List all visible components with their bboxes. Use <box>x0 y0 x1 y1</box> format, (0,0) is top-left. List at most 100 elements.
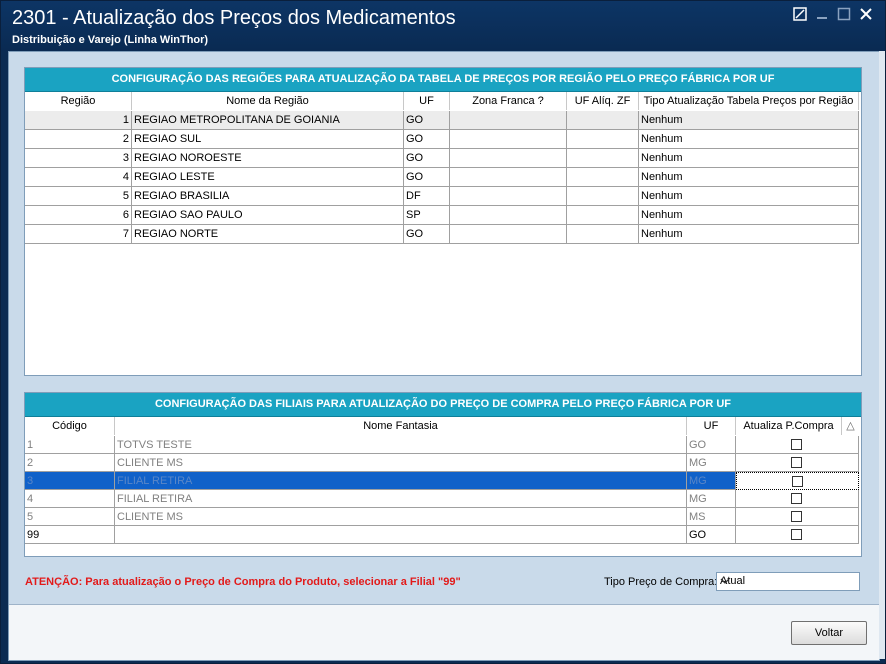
branch-cell-uf[interactable]: GO <box>687 526 736 544</box>
region-cell-zf[interactable] <box>450 187 567 206</box>
restore-icon[interactable] <box>791 7 809 25</box>
region-cell-ufzf[interactable] <box>567 149 639 168</box>
table-row[interactable]: 4 REGIAO LESTE GO Nenhum <box>25 168 859 187</box>
atualiza-pcompra-checkbox[interactable] <box>791 493 802 504</box>
region-cell-name[interactable]: REGIAO METROPOLITANA DE GOIANIA <box>132 111 404 130</box>
region-cell-name[interactable]: REGIAO SAO PAULO <box>132 206 404 225</box>
region-cell-uf[interactable]: SP <box>404 206 450 225</box>
col-regiao[interactable]: Região <box>25 92 132 110</box>
region-cell-zf[interactable] <box>450 130 567 149</box>
chevron-down-icon[interactable] <box>720 574 856 591</box>
tipo-preco-select[interactable]: Atual <box>716 572 860 591</box>
atualiza-pcompra-checkbox[interactable] <box>791 439 802 450</box>
table-row[interactable]: 2 CLIENTE MS MG <box>25 454 859 473</box>
region-cell-tipo[interactable]: Nenhum <box>639 111 859 130</box>
col-nome-fantasia[interactable]: Nome Fantasia <box>115 417 687 435</box>
minimize-icon[interactable] <box>813 7 831 25</box>
atualiza-pcompra-cell[interactable] <box>736 472 859 490</box>
table-row[interactable]: 6 REGIAO SAO PAULO SP Nenhum <box>25 206 859 225</box>
region-cell-id[interactable]: 3 <box>25 149 132 168</box>
region-cell-uf[interactable]: GO <box>404 149 450 168</box>
branch-cell-code[interactable]: 5 <box>25 508 115 526</box>
branch-cell-code[interactable]: 3 <box>25 472 115 490</box>
branch-cell-uf[interactable]: MG <box>687 490 736 508</box>
region-cell-tipo[interactable]: Nenhum <box>639 130 859 149</box>
table-row[interactable]: 5 REGIAO BRASILIA DF Nenhum <box>25 187 859 206</box>
region-cell-uf[interactable]: DF <box>404 187 450 206</box>
col-atualiza-pcompra[interactable]: Atualiza P.Compra <box>736 417 842 435</box>
col-uf-aliq-zf[interactable]: UF Alíq. ZF <box>567 92 639 110</box>
region-cell-tipo[interactable]: Nenhum <box>639 187 859 206</box>
region-cell-tipo[interactable]: Nenhum <box>639 149 859 168</box>
region-cell-tipo[interactable]: Nenhum <box>639 206 859 225</box>
col-zona-franca[interactable]: Zona Franca ? <box>450 92 567 110</box>
region-cell-ufzf[interactable] <box>567 206 639 225</box>
table-row[interactable]: 5 CLIENTE MS MS <box>25 508 859 527</box>
region-cell-ufzf[interactable] <box>567 225 639 244</box>
atualiza-pcompra-checkbox[interactable] <box>792 476 803 487</box>
region-cell-ufzf[interactable] <box>567 130 639 149</box>
table-row[interactable]: 4 FILIAL RETIRA MG <box>25 490 859 509</box>
atualiza-pcompra-cell[interactable] <box>736 436 859 454</box>
region-cell-id[interactable]: 5 <box>25 187 132 206</box>
atualiza-pcompra-checkbox[interactable] <box>791 511 802 522</box>
region-cell-uf[interactable]: GO <box>404 111 450 130</box>
region-cell-ufzf[interactable] <box>567 111 639 130</box>
region-cell-uf[interactable]: GO <box>404 168 450 187</box>
branch-cell-uf[interactable]: MG <box>687 454 736 472</box>
region-cell-zf[interactable] <box>450 206 567 225</box>
atualiza-pcompra-checkbox[interactable] <box>791 529 802 540</box>
atualiza-pcompra-cell[interactable] <box>736 490 859 508</box>
branch-cell-name[interactable]: CLIENTE MS <box>115 454 687 472</box>
col-tipo-atualizacao[interactable]: Tipo Atualização Tabela Preços por Regiã… <box>639 92 859 110</box>
region-cell-uf[interactable]: GO <box>404 130 450 149</box>
branch-cell-code[interactable]: 4 <box>25 490 115 508</box>
branch-cell-code[interactable]: 99 <box>25 526 115 544</box>
region-cell-uf[interactable]: GO <box>404 225 450 244</box>
close-icon[interactable] <box>857 7 875 25</box>
region-cell-name[interactable]: REGIAO NOROESTE <box>132 149 404 168</box>
region-cell-id[interactable]: 6 <box>25 206 132 225</box>
atualiza-pcompra-cell[interactable] <box>736 526 859 544</box>
table-row[interactable]: 3 FILIAL RETIRA MG <box>25 472 859 491</box>
branch-cell-uf[interactable]: MS <box>687 508 736 526</box>
region-cell-id[interactable]: 4 <box>25 168 132 187</box>
branch-cell-code[interactable]: 2 <box>25 454 115 472</box>
atualiza-pcompra-checkbox[interactable] <box>791 457 802 468</box>
branch-cell-name[interactable]: FILIAL RETIRA <box>115 472 687 490</box>
region-cell-zf[interactable] <box>450 168 567 187</box>
branch-cell-code[interactable]: 1 <box>25 436 115 454</box>
col-uf[interactable]: UF <box>404 92 450 110</box>
region-cell-ufzf[interactable] <box>567 168 639 187</box>
branch-cell-name[interactable]: FILIAL RETIRA <box>115 490 687 508</box>
table-row[interactable]: 7 REGIAO NORTE GO Nenhum <box>25 225 859 244</box>
maximize-icon[interactable] <box>835 7 853 25</box>
col-branch-uf[interactable]: UF <box>687 417 736 435</box>
region-cell-tipo[interactable]: Nenhum <box>639 168 859 187</box>
table-row[interactable]: 1 REGIAO METROPOLITANA DE GOIANIA GO Nenhum <box>25 111 859 130</box>
region-cell-name[interactable]: REGIAO BRASILIA <box>132 187 404 206</box>
table-row[interactable]: 2 REGIAO SUL GO Nenhum <box>25 130 859 149</box>
branch-cell-uf[interactable]: GO <box>687 436 736 454</box>
region-cell-name[interactable]: REGIAO SUL <box>132 130 404 149</box>
branch-cell-name[interactable]: CLIENTE MS <box>115 508 687 526</box>
region-cell-zf[interactable] <box>450 149 567 168</box>
region-cell-ufzf[interactable] <box>567 187 639 206</box>
branch-cell-name[interactable] <box>115 526 687 544</box>
table-row[interactable]: 99 GO <box>25 526 859 545</box>
region-cell-id[interactable]: 1 <box>25 111 132 130</box>
col-nome-regiao[interactable]: Nome da Região <box>132 92 404 110</box>
region-cell-zf[interactable] <box>450 225 567 244</box>
region-cell-id[interactable]: 7 <box>25 225 132 244</box>
sort-up-icon[interactable]: △ <box>842 417 859 435</box>
region-cell-name[interactable]: REGIAO NORTE <box>132 225 404 244</box>
region-cell-tipo[interactable]: Nenhum <box>639 225 859 244</box>
atualiza-pcompra-cell[interactable] <box>736 508 859 526</box>
branch-cell-uf[interactable]: MG <box>687 472 736 490</box>
region-cell-zf[interactable] <box>450 111 567 130</box>
table-row[interactable]: 3 REGIAO NOROESTE GO Nenhum <box>25 149 859 168</box>
table-row[interactable]: 1 TOTVS TESTE GO <box>25 436 859 455</box>
col-codigo[interactable]: Código <box>25 417 115 435</box>
atualiza-pcompra-cell[interactable] <box>736 454 859 472</box>
branch-cell-name[interactable]: TOTVS TESTE <box>115 436 687 454</box>
